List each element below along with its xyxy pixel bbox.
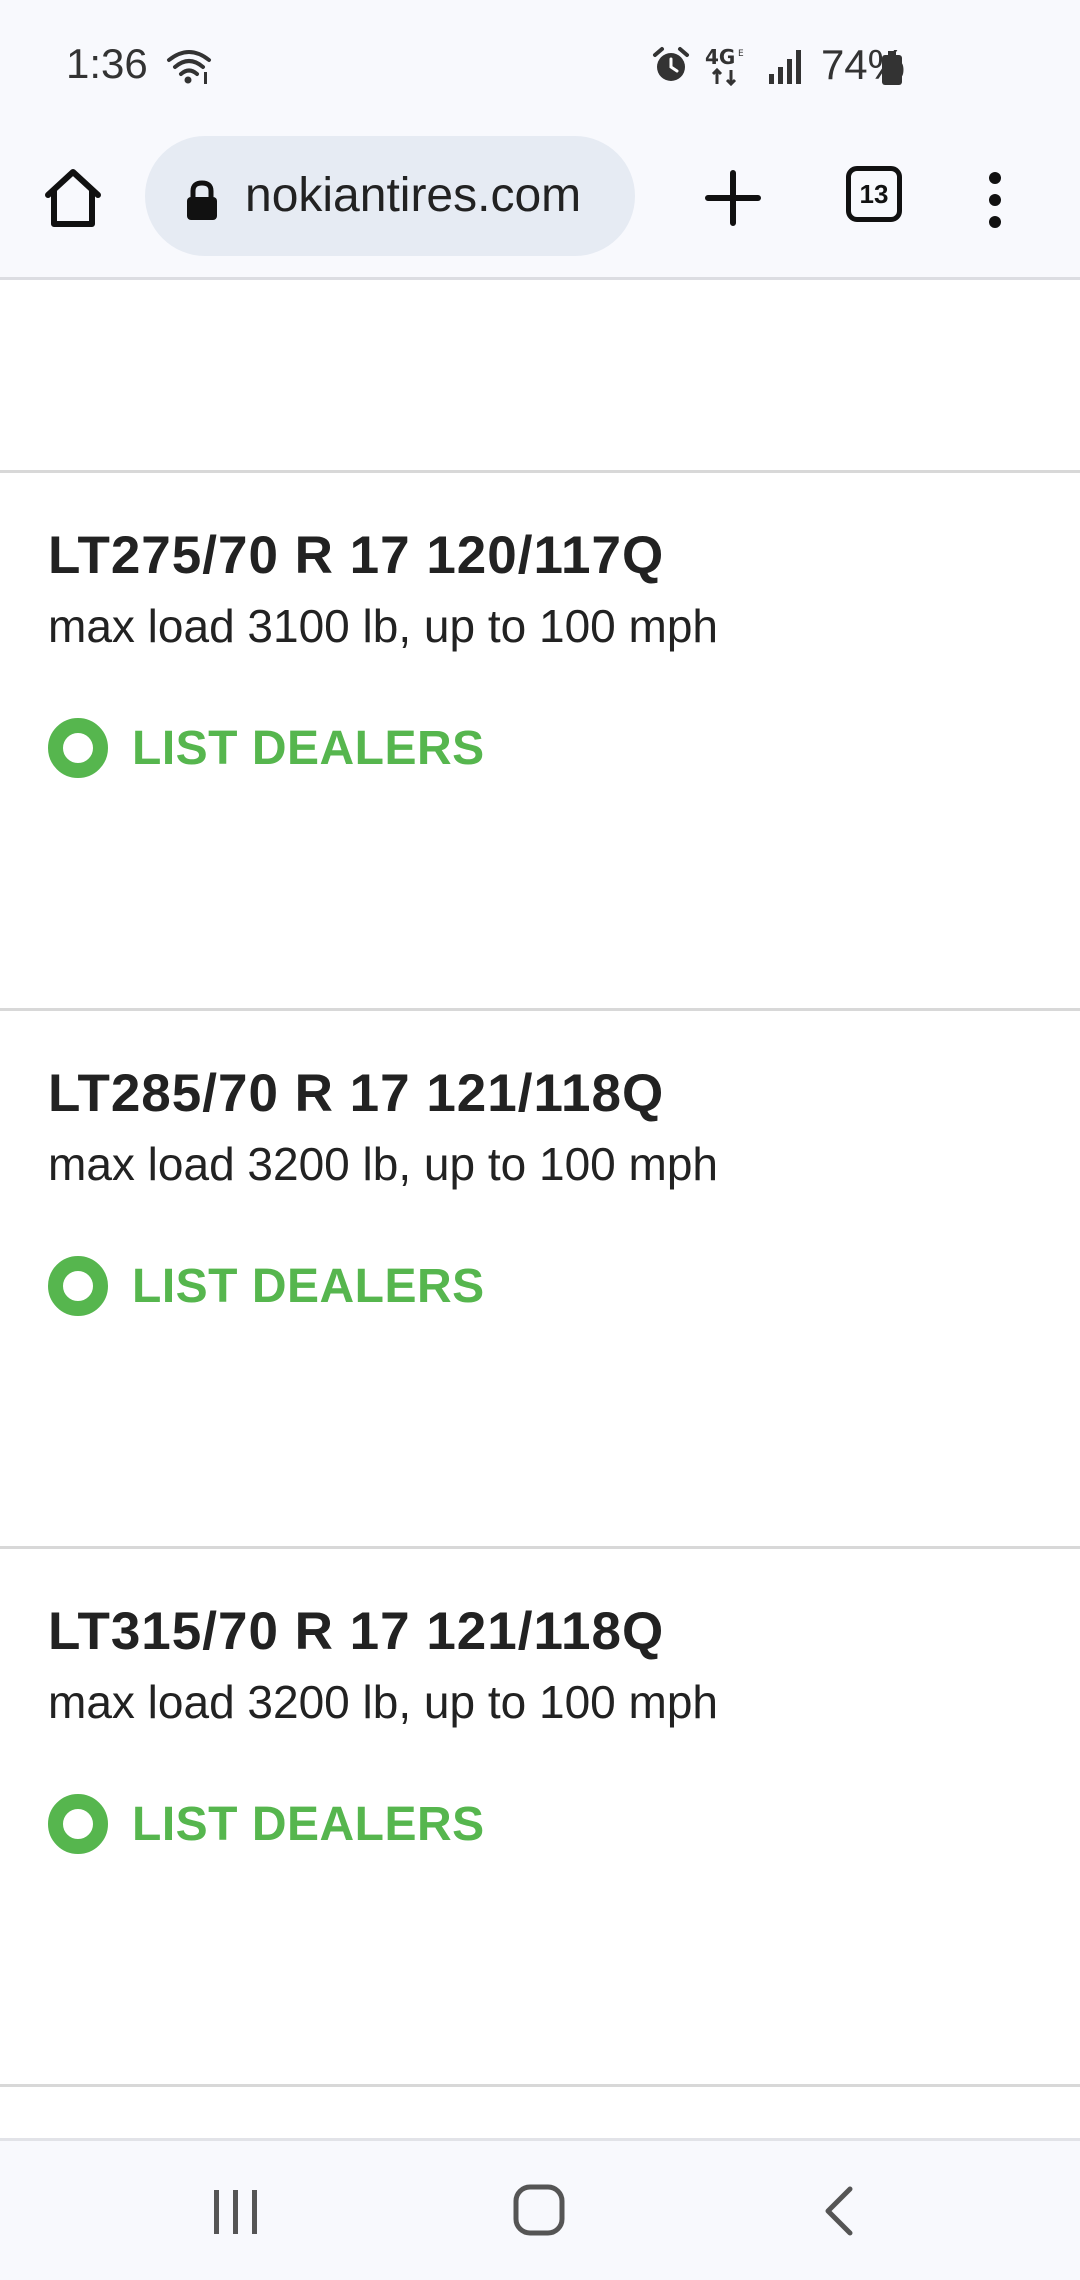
tire-size-title: LT275/70 R 17 120/117Q — [48, 526, 665, 585]
wifi-icon — [167, 50, 211, 84]
system-nav-bar — [0, 2138, 1080, 2280]
address-bar[interactable]: nokiantires.com — [145, 136, 635, 256]
svg-text:E: E — [738, 49, 744, 59]
status-time: 1:36 — [66, 40, 148, 87]
radio-circle-icon — [48, 718, 108, 778]
tabs-icon[interactable]: 13 — [846, 166, 902, 222]
content-top-spacer — [0, 283, 1080, 473]
battery-icon — [882, 51, 902, 85]
home-nav-icon[interactable] — [511, 2182, 567, 2238]
svg-text:4G: 4G — [705, 45, 735, 69]
more-vertical-icon[interactable] — [975, 170, 1015, 230]
radio-circle-icon — [48, 1794, 108, 1854]
tire-spec-text: max load 3200 lb, up to 100 mph — [48, 1138, 719, 1190]
tire-size-item: LT315/70 R 17 121/118Q max load 3200 lb,… — [0, 1549, 1080, 2087]
list-dealers-button[interactable]: LIST DEALERS — [48, 716, 485, 780]
list-dealers-button[interactable]: LIST DEALERS — [48, 1792, 485, 1856]
page-content: LT275/70 R 17 120/117Q max load 3100 lb,… — [0, 283, 1080, 2138]
tab-count: 13 — [859, 178, 889, 209]
4g-lte-icon: 4G E — [705, 45, 744, 86]
tire-spec-text: max load 3100 lb, up to 100 mph — [48, 600, 719, 652]
home-icon[interactable] — [38, 163, 108, 233]
tire-size-item: LT285/70 R 17 121/118Q max load 3200 lb,… — [0, 1011, 1080, 1549]
status-indicators: 4G E 74% — [651, 40, 905, 90]
url-text[interactable]: nokiantires.com — [245, 166, 625, 226]
signal-icon — [768, 50, 801, 84]
back-icon[interactable] — [820, 2183, 860, 2239]
tire-size-title: LT315/70 R 17 121/118Q — [48, 1602, 665, 1661]
url-value: nokiantires.com — [245, 169, 582, 222]
list-dealers-label: LIST DEALERS — [132, 1259, 485, 1313]
status-bar: 1:36 4G E 74% — [0, 0, 1080, 130]
recents-icon[interactable] — [208, 2186, 264, 2238]
plus-icon[interactable] — [700, 165, 766, 231]
lock-icon — [187, 180, 217, 220]
list-dealers-button[interactable]: LIST DEALERS — [48, 1254, 485, 1318]
browser-toolbar: nokiantires.com 13 — [0, 130, 1080, 280]
alarm-icon — [652, 47, 689, 81]
list-dealers-label: LIST DEALERS — [132, 1797, 485, 1851]
list-dealers-label: LIST DEALERS — [132, 721, 485, 775]
tire-size-item: LT275/70 R 17 120/117Q max load 3100 lb,… — [0, 473, 1080, 1011]
radio-circle-icon — [48, 1256, 108, 1316]
tire-spec-text: max load 3200 lb, up to 100 mph — [48, 1676, 719, 1728]
tire-size-title: LT285/70 R 17 121/118Q — [48, 1064, 665, 1123]
